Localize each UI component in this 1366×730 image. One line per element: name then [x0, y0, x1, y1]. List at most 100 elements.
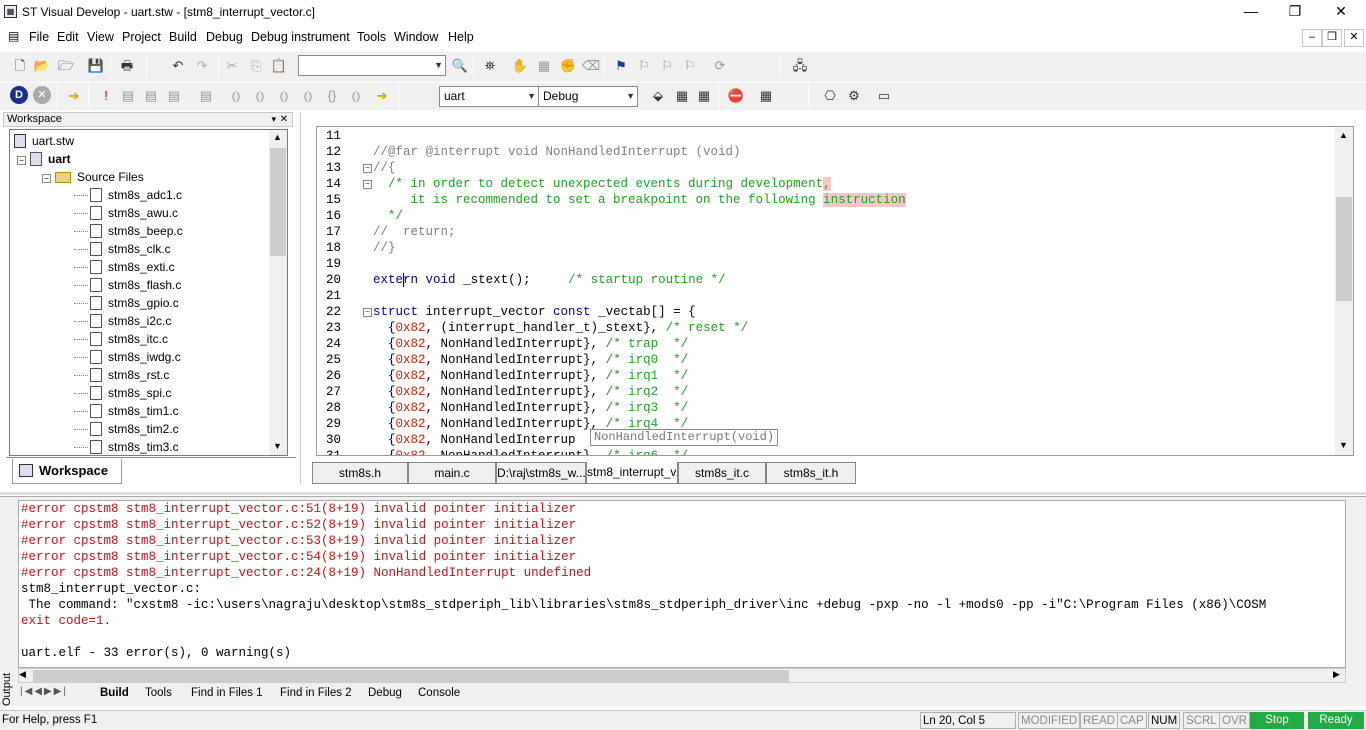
programmer-icon[interactable]: 🖧 [790, 56, 810, 76]
tree-file[interactable]: stm8s_flash.c [90, 276, 181, 294]
collapse-icon[interactable]: − [42, 174, 51, 183]
step-icon[interactable]: ▤ [118, 86, 138, 106]
tree-folder[interactable]: − Source Files [42, 168, 144, 186]
tree-file[interactable]: stm8s_awu.c [90, 204, 178, 222]
output-hscrollbar[interactable]: ◀ ▶ [18, 668, 1346, 683]
registers-icon[interactable]: ⚙ [844, 86, 864, 106]
tree-root[interactable]: uart.stw [14, 132, 74, 150]
tree-file[interactable]: stm8s_gpio.c [90, 294, 179, 312]
project-select[interactable]: uart ▼ [439, 86, 539, 107]
menu-debug-instrument[interactable]: Debug instrument [251, 30, 350, 44]
output-tab-build[interactable]: Build [100, 686, 129, 703]
target-icon[interactable]: ▦ [756, 86, 776, 106]
minimize-button[interactable]: — [1228, 0, 1274, 24]
braces-icon[interactable]: {} [322, 86, 342, 106]
menu-build[interactable]: Build [169, 30, 197, 44]
tab-main-c[interactable]: main.c [408, 462, 496, 484]
step-over-icon[interactable]: ▤ [164, 86, 184, 106]
workspace-scrollbar[interactable]: ▲ ▼ [269, 130, 287, 455]
output-scrollbar[interactable]: ▲ ▼ [1345, 501, 1346, 667]
output-tab-find1[interactable]: Find in Files 1 [191, 686, 263, 703]
mdi-restore-button[interactable]: ❐ [1322, 29, 1342, 47]
debug-start-icon[interactable]: D [10, 86, 28, 104]
scroll-thumb[interactable] [270, 148, 286, 256]
hand-icon[interactable]: ✋ [510, 56, 530, 76]
bookmark-icon[interactable]: ⚑ [611, 56, 631, 76]
tree-file[interactable]: stm8s_itc.c [90, 330, 168, 348]
breakpoint-icon[interactable]: ▦ [534, 56, 554, 76]
menu-file[interactable]: File [29, 30, 49, 44]
next-bookmark-icon[interactable]: ⚐ [634, 56, 654, 76]
mdi-close-button[interactable]: ✕ [1344, 29, 1364, 47]
step-out-icon[interactable]: ▤ [196, 86, 216, 106]
fold-toggle-icon[interactable]: − [363, 180, 372, 189]
editor-scrollbar[interactable]: ▲ ▼ [1335, 127, 1353, 455]
run-arrow-icon[interactable]: ➔ [64, 86, 84, 106]
run-to-cursor-icon[interactable]: ⦅⦆ [346, 86, 366, 106]
save-icon[interactable]: 💾 [86, 56, 106, 76]
compile-icon[interactable]: ⬙ [648, 86, 668, 106]
mdi-minimize-button[interactable]: – [1302, 29, 1322, 47]
tab-stm8s-h[interactable]: stm8s.h [312, 462, 408, 484]
scroll-up-icon[interactable]: ▲ [273, 132, 282, 142]
menu-window[interactable]: Window [394, 30, 438, 44]
break-icon[interactable]: ! [96, 86, 116, 106]
asm-over-icon[interactable]: ⦅⦆ [274, 86, 294, 106]
pane-close-icon[interactable]: ✕ [280, 113, 288, 126]
tree-file[interactable]: stm8s_rst.c [90, 366, 169, 384]
tab-path[interactable]: D:\raj\stm8s_w... [496, 462, 586, 484]
scroll-up-icon[interactable]: ▲ [1339, 130, 1348, 140]
prev-bookmark-icon[interactable]: ⚐ [657, 56, 677, 76]
output-tab-console[interactable]: Console [418, 686, 460, 703]
stop-build-icon[interactable]: ⛔ [726, 86, 746, 106]
tree-file[interactable]: stm8s_exti.c [90, 258, 175, 276]
asm-out-icon[interactable]: ⦅⦆ [298, 86, 318, 106]
tree-file[interactable]: stm8s_i2c.c [90, 312, 171, 330]
cut-icon[interactable]: ✂ [222, 56, 242, 76]
refresh-icon[interactable]: ⟳ [710, 56, 730, 76]
code-editor[interactable]: 11 12 //@far @interrupt void NonHandledInt… [316, 126, 1354, 456]
scroll-right-icon[interactable]: ▶ [1333, 669, 1340, 680]
tab-stm8s-it-c[interactable]: stm8s_it.c [678, 462, 766, 484]
tree-project[interactable]: − uart [17, 150, 71, 168]
find-icon[interactable]: 🔍 [450, 56, 470, 76]
tab-interrupt-vector[interactable]: stm8_interrupt_v... [586, 462, 678, 484]
goto-pc-icon[interactable]: ➔ [372, 86, 392, 106]
paste-icon[interactable]: 📋 [269, 56, 289, 76]
asm-into-icon[interactable]: ⦅⦆ [250, 86, 270, 106]
menu-view[interactable]: View [87, 30, 114, 44]
new-file-icon[interactable]: 🗋 [10, 56, 30, 76]
menu-debug[interactable]: Debug [206, 30, 243, 44]
debug-stop-icon[interactable]: ✕ [33, 86, 51, 104]
menu-project[interactable]: Project [122, 30, 161, 44]
scroll-down-icon[interactable]: ▼ [273, 441, 282, 451]
output-text[interactable]: #error cpstm8 stm8_interrupt_vector.c:51… [18, 500, 1346, 668]
open-workspace-icon[interactable]: 🗁 [56, 56, 76, 76]
tree-file[interactable]: stm8s_tim2.c [90, 420, 179, 438]
clear-icon[interactable]: ⌫ [581, 56, 601, 76]
scroll-left-icon[interactable]: ◀ [19, 669, 26, 680]
menu-help[interactable]: Help [448, 30, 474, 44]
binoculars-icon[interactable]: ⛯ [480, 56, 500, 76]
tree-file[interactable]: stm8s_tim3.c [90, 438, 179, 455]
tree-file[interactable]: stm8s_iwdg.c [90, 348, 181, 366]
tree-file[interactable]: stm8s_beep.c [90, 222, 183, 240]
splitter[interactable] [300, 112, 306, 484]
copy-icon[interactable]: ⎘ [246, 56, 266, 76]
output-tab-debug[interactable]: Debug [368, 686, 402, 703]
fold-toggle-icon[interactable]: − [363, 308, 372, 317]
output-tab-tools[interactable]: Tools [145, 686, 172, 703]
scroll-down-icon[interactable]: ▼ [1339, 440, 1348, 450]
undo-icon[interactable]: ↶ [168, 56, 188, 76]
peripheral-icon[interactable]: ⎔ [820, 86, 840, 106]
open-file-icon[interactable]: 📂 [32, 56, 52, 76]
memory-icon[interactable]: ▭ [874, 86, 894, 106]
menu-edit[interactable]: Edit [57, 30, 79, 44]
tree-file[interactable]: stm8s_spi.c [90, 384, 171, 402]
tree-file[interactable]: stm8s_tim1.c [90, 402, 179, 420]
step-into-icon[interactable]: ▤ [141, 86, 161, 106]
rebuild-icon[interactable]: ▦ [694, 86, 714, 106]
close-button[interactable]: ✕ [1318, 0, 1364, 24]
print-icon[interactable]: 🖶 [117, 56, 137, 76]
clear-bookmarks-icon[interactable]: ⚐ [680, 56, 700, 76]
